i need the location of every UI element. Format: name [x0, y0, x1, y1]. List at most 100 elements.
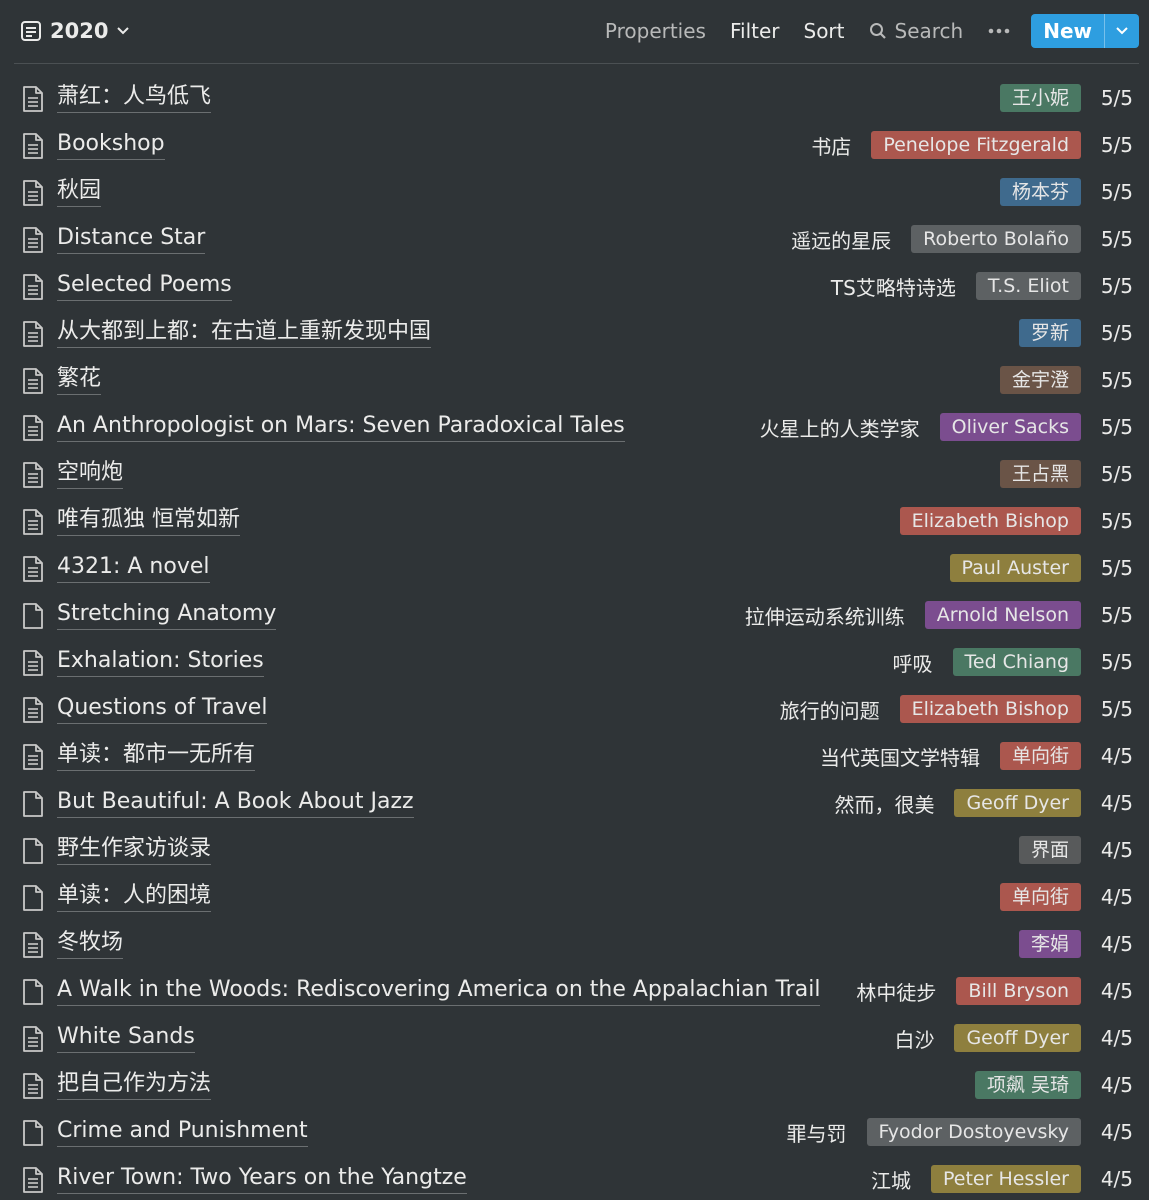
list-item[interactable]: 繁花 金宇澄 5/5	[0, 358, 1149, 405]
page-title-link[interactable]: 单读：都市一无所有	[57, 740, 256, 771]
row-properties: TS艾略特诗选 T.S. Eliot 5/5	[831, 271, 1133, 301]
page-title-link[interactable]: Exhalation: Stories	[57, 646, 264, 677]
page-icon	[23, 180, 43, 206]
rating-value: 5/5	[1100, 368, 1133, 392]
page-title-link[interactable]: 从大都到上都：在古道上重新发现中国	[57, 317, 432, 348]
rating-value: 4/5	[1100, 1026, 1133, 1050]
list-item[interactable]: Questions of Travel 旅行的问题 Elizabeth Bish…	[0, 687, 1149, 734]
author-tag: 王占黑	[999, 460, 1081, 488]
list-view-icon	[21, 21, 41, 41]
list-item[interactable]: Selected Poems TS艾略特诗选 T.S. Eliot 5/5	[0, 264, 1149, 311]
page-title-link[interactable]: 单读：人的困境	[57, 881, 212, 912]
page-icon	[23, 1026, 43, 1052]
list-item[interactable]: An Anthropologist on Mars: Seven Paradox…	[0, 405, 1149, 452]
row-properties: 罗新 5/5	[1018, 318, 1133, 348]
page-title-link[interactable]: Distance Star	[57, 223, 206, 254]
list-item[interactable]: Crime and Punishment 罪与罚 Fyodor Dostoyev…	[0, 1110, 1149, 1157]
rating-value: 5/5	[1100, 415, 1133, 439]
chinese-title: 当代英国文学特辑	[819, 745, 980, 770]
database-header: 2020 Properties Filter Sort Search New	[0, 0, 1149, 62]
list-item[interactable]: 空响炮 王占黑 5/5	[0, 452, 1149, 499]
chinese-title: 江城	[870, 1168, 911, 1193]
page-title-link[interactable]: An Anthropologist on Mars: Seven Paradox…	[57, 411, 625, 442]
page-title-link[interactable]: 萧红：人鸟低飞	[57, 82, 212, 113]
row-properties: Elizabeth Bishop 5/5	[899, 506, 1133, 536]
chinese-title: 旅行的问题	[779, 698, 880, 723]
author-tag: 王小妮	[999, 84, 1081, 112]
list-item[interactable]: White Sands 白沙 Geoff Dyer 4/5	[0, 1016, 1149, 1063]
page-icon	[23, 697, 43, 723]
new-button[interactable]: New	[1031, 14, 1104, 48]
view-switcher[interactable]: 2020	[20, 14, 130, 48]
author-tag: Paul Auster	[949, 554, 1081, 582]
page-icon	[23, 321, 43, 347]
page-title-link[interactable]: Bookshop	[57, 129, 165, 160]
page-title-link[interactable]: Stretching Anatomy	[57, 599, 277, 630]
page-title-link[interactable]: But Beautiful: A Book About Jazz	[57, 787, 414, 818]
page-title-link[interactable]: 唯有孤独 恒常如新	[57, 505, 240, 536]
rating-value: 4/5	[1100, 932, 1133, 956]
chinese-title: 遥远的星辰	[791, 228, 892, 253]
row-properties: 遥远的星辰 Roberto Bolaño 5/5	[791, 224, 1133, 254]
page-title-link[interactable]: 4321: A novel	[57, 552, 210, 583]
new-button-group: New	[1031, 14, 1139, 48]
rating-value: 5/5	[1100, 227, 1133, 251]
page-title-link[interactable]: Questions of Travel	[57, 693, 268, 724]
page-title-link[interactable]: 把自己作为方法	[57, 1069, 212, 1100]
list-item[interactable]: Stretching Anatomy 拉伸运动系统训练 Arnold Nelso…	[0, 593, 1149, 640]
list-item[interactable]: 4321: A novel Paul Auster 5/5	[0, 546, 1149, 593]
row-properties: 王占黑 5/5	[999, 459, 1133, 489]
row-properties: 金宇澄 5/5	[999, 365, 1133, 395]
list-item[interactable]: River Town: Two Years on the Yangtze 江城 …	[0, 1157, 1149, 1200]
page-title-link[interactable]: River Town: Two Years on the Yangtze	[57, 1163, 467, 1194]
list-item[interactable]: 单读：都市一无所有 当代英国文学特辑 单向街 4/5	[0, 734, 1149, 781]
list-item[interactable]: 唯有孤独 恒常如新 Elizabeth Bishop 5/5	[0, 499, 1149, 546]
more-options-button[interactable]	[975, 13, 1023, 49]
list-item[interactable]: 萧红：人鸟低飞 王小妮 5/5	[0, 76, 1149, 123]
page-title-link[interactable]: 繁花	[57, 364, 102, 395]
list-item[interactable]: A Walk in the Woods: Rediscovering Ameri…	[0, 969, 1149, 1016]
page-title-link[interactable]: Crime and Punishment	[57, 1116, 308, 1147]
list-item[interactable]: 冬牧场 李娟 4/5	[0, 922, 1149, 969]
page-list: 萧红：人鸟低飞 王小妮 5/5 Bookshop 书店 Penelope Fit…	[0, 76, 1149, 1200]
author-tag: Geoff Dyer	[954, 1024, 1081, 1052]
list-item[interactable]: Distance Star 遥远的星辰 Roberto Bolaño 5/5	[0, 217, 1149, 264]
page-icon	[23, 274, 43, 300]
page-icon	[23, 1120, 43, 1146]
rating-value: 5/5	[1100, 556, 1133, 580]
list-item[interactable]: But Beautiful: A Book About Jazz 然而，很美 G…	[0, 781, 1149, 828]
page-title-link[interactable]: 空响炮	[57, 458, 124, 489]
page-title-link[interactable]: 野生作家访谈录	[57, 834, 212, 865]
properties-button[interactable]: Properties	[593, 13, 718, 49]
list-item[interactable]: Exhalation: Stories 呼吸 Ted Chiang 5/5	[0, 640, 1149, 687]
sort-button[interactable]: Sort	[792, 13, 857, 49]
list-item[interactable]: Bookshop 书店 Penelope Fitzgerald 5/5	[0, 123, 1149, 170]
page-title-link[interactable]: Selected Poems	[57, 270, 232, 301]
page-icon	[23, 885, 43, 911]
author-tag: Elizabeth Bishop	[899, 695, 1081, 723]
new-dropdown-button[interactable]	[1104, 14, 1139, 48]
row-properties: 李娟 4/5	[1018, 929, 1133, 959]
list-item[interactable]: 秋园 杨本芬 5/5	[0, 170, 1149, 217]
page-title-link[interactable]: 秋园	[57, 176, 102, 207]
row-properties: 拉伸运动系统训练 Arnold Nelson 5/5	[745, 600, 1133, 630]
filter-button[interactable]: Filter	[718, 13, 792, 49]
list-item[interactable]: 野生作家访谈录 界面 4/5	[0, 828, 1149, 875]
page-title-link[interactable]: A Walk in the Woods: Rediscovering Ameri…	[57, 975, 821, 1006]
page-icon	[23, 603, 43, 629]
rating-value: 5/5	[1100, 180, 1133, 204]
row-properties: 白沙 Geoff Dyer 4/5	[894, 1023, 1133, 1053]
rating-value: 4/5	[1100, 979, 1133, 1003]
list-item[interactable]: 从大都到上都：在古道上重新发现中国 罗新 5/5	[0, 311, 1149, 358]
page-title-link[interactable]: White Sands	[57, 1022, 195, 1053]
page-title-link[interactable]: 冬牧场	[57, 928, 124, 959]
rating-value: 5/5	[1100, 462, 1133, 486]
row-properties: 书店 Penelope Fitzgerald 5/5	[811, 130, 1133, 160]
chinese-title: 书店	[811, 134, 852, 159]
list-item[interactable]: 单读：人的困境 单向街 4/5	[0, 875, 1149, 922]
page-icon	[23, 1073, 43, 1099]
list-item[interactable]: 把自己作为方法 项飙 吴琦 4/5	[0, 1063, 1149, 1110]
rating-value: 5/5	[1100, 603, 1133, 627]
chinese-title: 火星上的人类学家	[759, 416, 920, 441]
search-button[interactable]: Search	[857, 13, 976, 49]
